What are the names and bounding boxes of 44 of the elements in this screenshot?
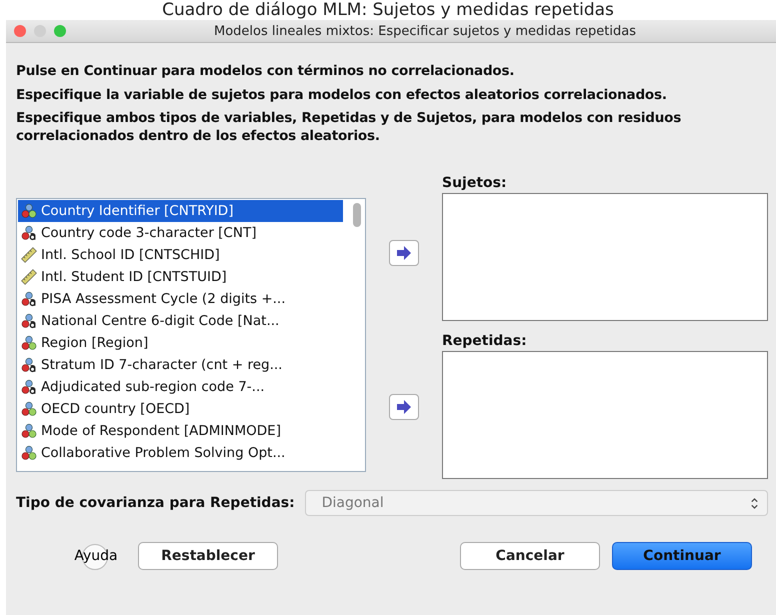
variable-item[interactable]: Intl. Student ID [CNTSTUID] (18, 266, 343, 288)
variable-item[interactable]: Collaborative Problem Solving Opt... (18, 442, 343, 464)
window-title: Modelos lineales mixtos: Especificar sujetos y medidas repetidas (214, 24, 636, 38)
variable-item[interactable]: Region [Region] (18, 332, 343, 354)
string-nominal-icon (21, 291, 37, 308)
right-arrow-icon (396, 400, 412, 414)
instruction-text: Especifique la variable de sujetos para modelos con efectos aleatorios correlacionados. (16, 86, 668, 104)
string-nominal-icon (21, 357, 37, 374)
target-list[interactable] (442, 351, 768, 480)
variable-item[interactable]: Country Identifier [CNTRYID] (18, 200, 343, 222)
variable-item[interactable]: Intl. School ID [CNTSCHID] (18, 244, 343, 266)
move-button[interactable] (389, 394, 419, 420)
instruction-text: Pulse en Continuar para modelos con términos no correlacionados. (16, 63, 516, 81)
variable-item[interactable]: PISA Assessment Cycle (2 digits +... (18, 288, 343, 310)
nominal-icon (21, 423, 37, 440)
string-nominal-icon (21, 313, 37, 330)
string-nominal-icon (21, 225, 37, 242)
nominal-icon (21, 335, 37, 352)
variable-item[interactable]: Stratum ID 7-character (cnt + reg... (18, 354, 343, 376)
variable-list[interactable] (16, 198, 366, 472)
instruction-text: Especifique ambos tipos de variables, Repetidas y de Sujetos, para modelos con residuos correlacionados dentro de los efectos aleatorios. (16, 110, 682, 146)
up-down-caret-icon (750, 496, 759, 510)
scrollbar-thumb[interactable] (353, 203, 361, 228)
target-list[interactable] (442, 193, 768, 322)
variable-item[interactable]: National Centre 6-digit Code [Nat... (18, 310, 343, 332)
nominal-icon (21, 203, 37, 220)
caption-text: Cuadro de diálogo MLM: Sujetos y medidas repetidas (161, 0, 615, 20)
string-nominal-icon (21, 379, 37, 396)
variable-item[interactable]: Adjudicated sub-region code 7-... (18, 376, 343, 398)
target-label: Sujetos: (442, 174, 508, 194)
reset-button[interactable]: Restablecer (138, 542, 278, 570)
continue-button[interactable]: Continuar (612, 542, 752, 570)
right-arrow-icon (396, 246, 412, 260)
help-button[interactable]: Ayuda (66, 542, 126, 570)
variable-item[interactable]: OECD country [OECD] (18, 398, 343, 420)
target-label: Repetidas: (442, 332, 528, 352)
variable-item[interactable]: Mode of Respondent [ADMINMODE] (18, 420, 343, 442)
move-button[interactable] (389, 240, 419, 266)
variable-item[interactable]: Country code 3-character [CNT] (18, 222, 343, 244)
close-icon[interactable] (14, 25, 26, 37)
nominal-icon (21, 401, 37, 418)
covariance-label: Tipo de covarianza para Repetidas: (16, 495, 295, 512)
nominal-icon (21, 445, 37, 462)
cancel-button[interactable]: Cancelar (460, 542, 600, 570)
